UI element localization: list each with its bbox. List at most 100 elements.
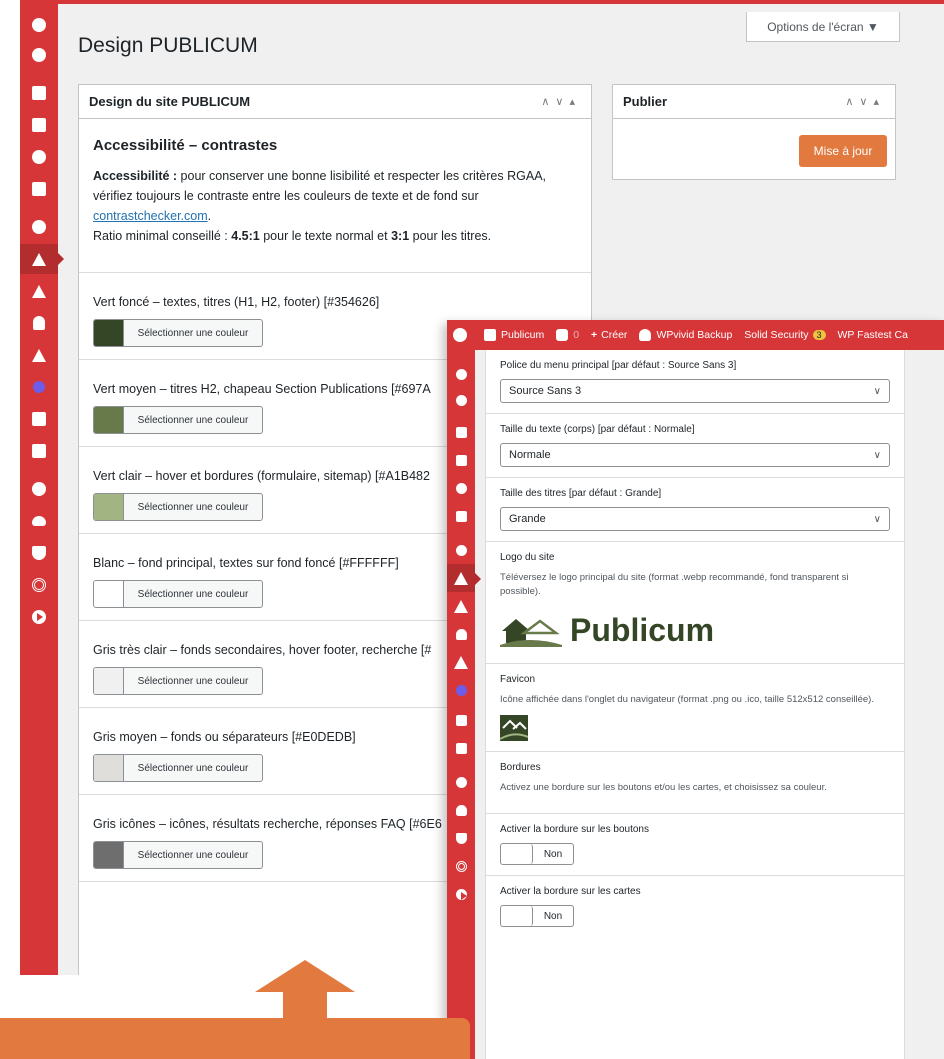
- sidebar-item-extension[interactable]: [20, 372, 58, 402]
- sidebar-item-appearance-tool[interactable]: [20, 212, 58, 242]
- sidebar2-broadcast[interactable]: [447, 852, 475, 880]
- toggle-knob: [501, 844, 533, 864]
- adminbar-comments[interactable]: 0: [556, 329, 579, 341]
- sidebar2-mail[interactable]: [447, 502, 475, 530]
- select-color-button[interactable]: Sélectionner une couleur: [93, 493, 263, 521]
- cloud-icon: [455, 804, 467, 816]
- sidebar2-settings[interactable]: [447, 386, 475, 414]
- sidebar2-media-player[interactable]: [447, 880, 475, 908]
- title-size-select[interactable]: Grande ∨: [500, 507, 890, 531]
- pages-icon: [455, 454, 467, 466]
- sidebar-item-media-player[interactable]: [20, 602, 58, 632]
- contrastchecker-link[interactable]: contrastchecker.com: [93, 209, 208, 223]
- body-size-value: Normale: [509, 449, 551, 461]
- sidebar-item-badger[interactable]: [20, 474, 58, 504]
- buttons-border-field: Activer la bordure sur les boutons Non: [486, 814, 904, 876]
- admin-sidebar: [20, 4, 64, 975]
- update-button[interactable]: Mise à jour: [799, 135, 887, 167]
- adminbar-create[interactable]: + Créer: [591, 329, 627, 341]
- sidebar2-layout[interactable]: [447, 734, 475, 762]
- color-swatch: [94, 668, 124, 694]
- favicon-preview[interactable]: [499, 715, 529, 741]
- sidebar-item-seo[interactable]: [20, 78, 58, 108]
- sidebar2-pages[interactable]: [447, 446, 475, 474]
- select-color-button[interactable]: Sélectionner une couleur: [93, 580, 263, 608]
- menu-font-select[interactable]: Source Sans 3 ∨: [500, 379, 890, 403]
- megaphone-icon: [455, 482, 467, 494]
- menu-font-field: Police du menu principal [par défaut : S…: [486, 350, 904, 414]
- box-order-arrows[interactable]: ∧∨▴: [541, 95, 581, 108]
- adminbar-security[interactable]: Solid Security 3: [744, 329, 826, 341]
- sidebar-item-broadcast[interactable]: [20, 570, 58, 600]
- sidebar2-users[interactable]: [447, 620, 475, 648]
- select-color-button[interactable]: Sélectionner une couleur: [93, 319, 263, 347]
- sidebar2-dashboard[interactable]: [447, 360, 475, 388]
- sidebar2-feedback[interactable]: [447, 474, 475, 502]
- wrench-icon: [32, 348, 46, 362]
- favicon-description: Icône affichée dans l'onglet du navigate…: [500, 694, 874, 705]
- sidebar-item-pages[interactable]: [20, 110, 58, 140]
- sidebar2-extension[interactable]: [447, 676, 475, 704]
- accessibility-section: Accessibilité – contrastes Accessibilité…: [79, 119, 591, 273]
- dashboard-icon: [455, 368, 467, 380]
- select-color-button[interactable]: Sélectionner une couleur: [93, 754, 263, 782]
- mail-icon: [455, 510, 467, 522]
- sidebar-item-backup[interactable]: [20, 506, 58, 536]
- shield-icon: [32, 546, 46, 560]
- sidebar2-seo[interactable]: [447, 418, 475, 446]
- sidebar-item-settings[interactable]: [20, 40, 58, 70]
- publish-order-arrows[interactable]: ∧∨▴: [845, 95, 885, 108]
- sidebar-item-dashboard[interactable]: [20, 10, 58, 40]
- sidebar-item-mail[interactable]: [20, 174, 58, 204]
- wordpress-logo[interactable]: [453, 328, 472, 342]
- sidebar2-stats[interactable]: [447, 706, 475, 734]
- sidebar2-plugins[interactable]: [447, 592, 475, 620]
- brush-circle-icon: [455, 544, 467, 556]
- seo-icon: [455, 426, 467, 438]
- sidebar-item-tools[interactable]: [20, 340, 58, 370]
- sidebar-item-security[interactable]: [20, 538, 58, 568]
- select-color-button[interactable]: Sélectionner une couleur: [93, 841, 263, 869]
- brush-circle-icon: [32, 220, 46, 234]
- adminbar-cache[interactable]: WP Fastest Ca: [838, 329, 908, 341]
- cards-border-field: Activer la bordure sur les cartes Non: [486, 876, 904, 937]
- buttons-border-toggle[interactable]: Non: [500, 843, 574, 865]
- security-count-badge: 3: [812, 330, 826, 340]
- sidebar-item-plugins[interactable]: [20, 276, 58, 306]
- select-color-label: Sélectionner une couleur: [137, 675, 249, 687]
- admin-bar: Publicum 0 + Créer WPvivid Backup Solid S…: [447, 320, 944, 350]
- select-color-button[interactable]: Sélectionner une couleur: [93, 406, 263, 434]
- screen-options-button[interactable]: Options de l'écran ▼: [746, 12, 900, 42]
- sidebar-item-appearance[interactable]: [20, 244, 64, 274]
- user-icon: [33, 316, 45, 330]
- wordpress-icon: [453, 328, 467, 342]
- sidebar-item-users[interactable]: [20, 308, 58, 338]
- sidebar-item-feedback[interactable]: [20, 142, 58, 172]
- sidebar2-appearance-tool[interactable]: [447, 536, 475, 564]
- cards-border-value: Non: [543, 910, 563, 922]
- body-size-select[interactable]: Normale ∨: [500, 443, 890, 467]
- stats-icon: [455, 714, 467, 726]
- adminbar-backup[interactable]: WPvivid Backup: [639, 329, 732, 341]
- select-color-button[interactable]: Sélectionner une couleur: [93, 667, 263, 695]
- sidebar2-appearance[interactable]: [447, 564, 481, 592]
- sidebar2-badger[interactable]: [447, 768, 475, 796]
- sidebar2-security[interactable]: [447, 824, 475, 852]
- adminbar-create-label: Créer: [601, 329, 628, 341]
- sidebar2-tools[interactable]: [447, 648, 475, 676]
- sidebar-item-layout[interactable]: [20, 436, 58, 466]
- cards-border-toggle[interactable]: Non: [500, 905, 574, 927]
- color-swatch: [94, 407, 124, 433]
- cloud-icon: [32, 516, 46, 526]
- color-swatch: [94, 320, 124, 346]
- adminbar-site[interactable]: Publicum: [484, 329, 544, 341]
- sidebar-item-stats[interactable]: [20, 404, 58, 434]
- sidebar2-backup[interactable]: [447, 796, 475, 824]
- buttons-border-value: Non: [543, 848, 563, 860]
- extension-icon: [33, 381, 45, 393]
- select-color-label: Sélectionner une couleur: [137, 414, 249, 426]
- site-logo-preview[interactable]: Publicum: [500, 607, 890, 653]
- ratio-end: pour les titres.: [409, 229, 492, 243]
- design-box-header: Design du site PUBLICUM ∧∨▴: [79, 85, 591, 119]
- paintbrush-icon: [32, 252, 46, 266]
